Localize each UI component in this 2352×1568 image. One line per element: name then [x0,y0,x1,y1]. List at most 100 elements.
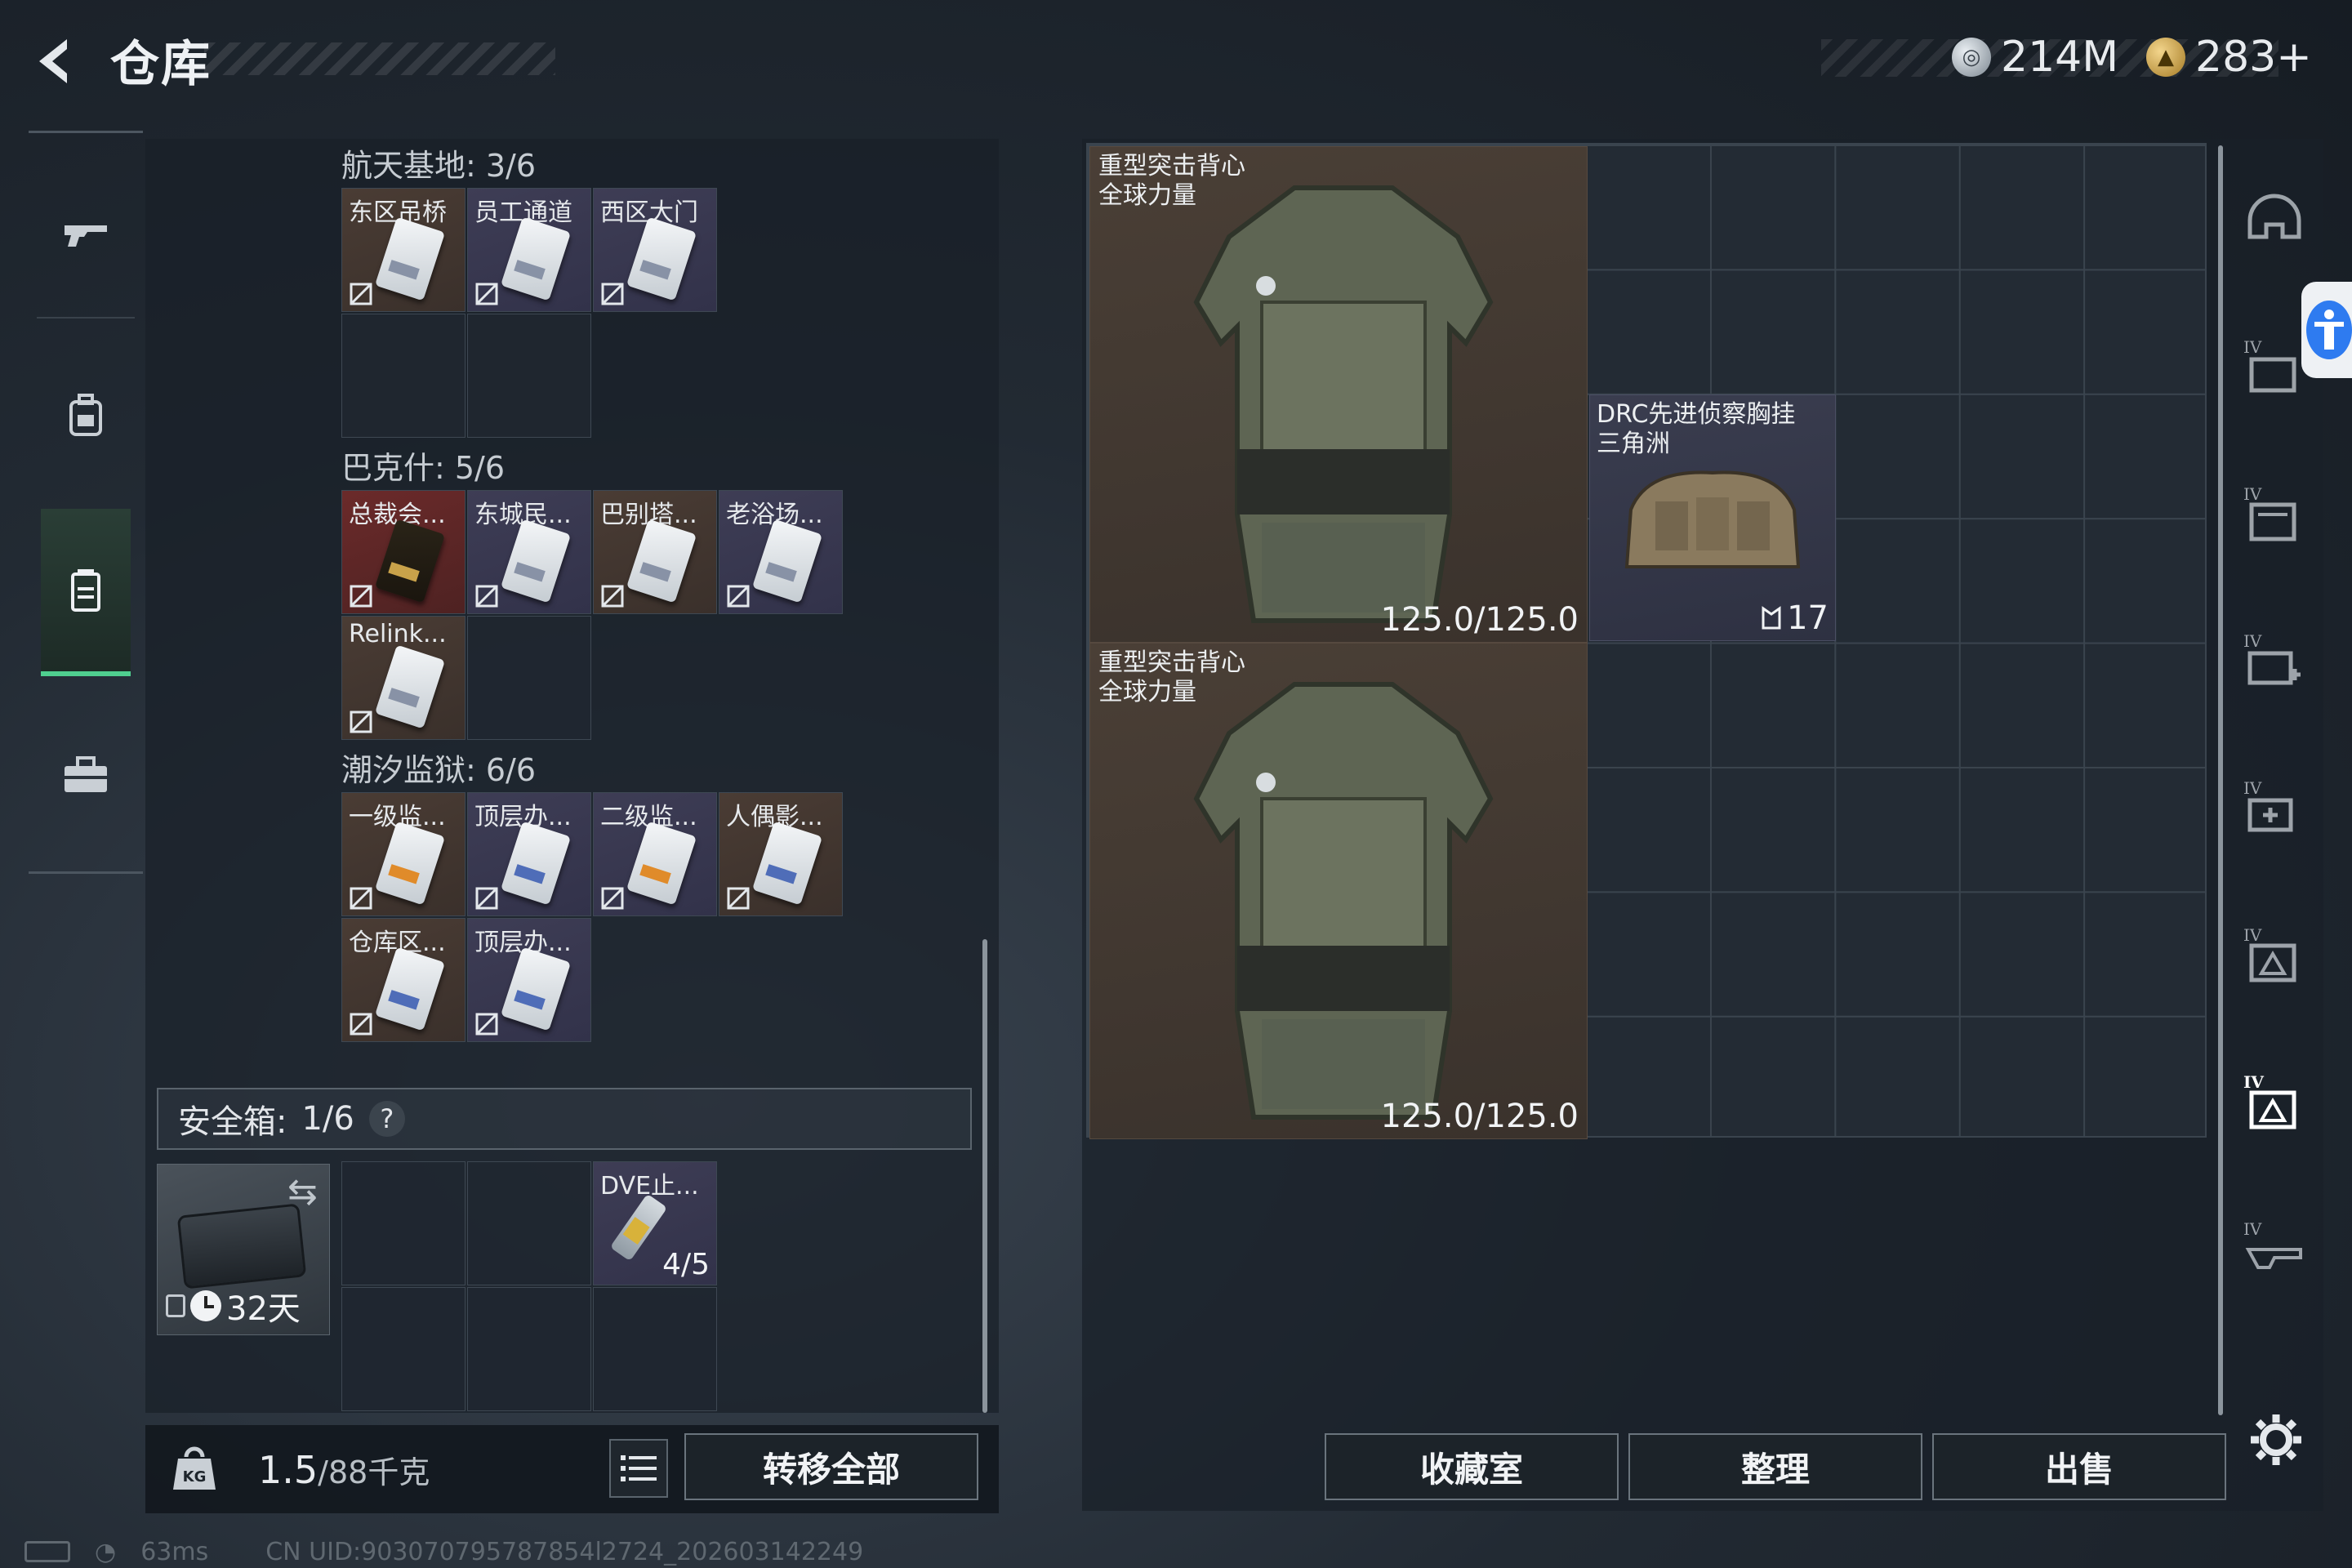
keycard-item[interactable]: 巴别塔... [593,490,717,614]
list-view-button[interactable] [609,1439,668,1498]
keycard-grid-spaceport: 东区吊桥 员工通道 西区大门 [341,188,843,438]
armor-vest-image [1193,682,1494,1120]
organize-button[interactable]: 整理 [1628,1433,1922,1500]
page-title: 仓库 [110,36,212,93]
safebox-case[interactable]: ⇆ 32天 [157,1164,330,1335]
svg-text:IV: IV [2243,337,2262,357]
keycard-item[interactable]: 人偶影... [719,792,843,916]
keycard-item[interactable]: 二级监... [593,792,717,916]
svg-text:IV: IV [2243,925,2262,945]
nav-toolbox[interactable] [41,729,131,819]
accessibility-icon [2306,301,2352,359]
bound-icon [474,886,499,911]
helmet-icon [2247,194,2301,239]
stash-item-vest[interactable]: 重型突击背心 全球力量 125.0/125.0 [1089,643,1588,1139]
filter-medkit-tier-2[interactable]: IV [2238,772,2311,845]
nav-weapons[interactable] [41,190,131,280]
filter-key-tier-active[interactable]: IV [2238,1066,2311,1139]
injector-image [609,1193,668,1262]
safebox-slot[interactable] [593,1287,717,1411]
currency-gold[interactable]: ▲ 283+ [2146,31,2312,83]
empty-slot[interactable] [467,314,591,438]
keycard-image [751,821,823,906]
toolbox-icon [65,756,107,792]
safebox-slot[interactable] [467,1161,591,1285]
nav-backpack[interactable] [41,370,131,460]
safebox-item-dve[interactable]: DVE止... 4/5 [593,1161,717,1285]
filter-key-tier[interactable]: IV [2238,919,2311,992]
gun-icon [65,225,107,247]
collection-button[interactable]: 收藏室 [1325,1433,1619,1500]
list-icon [621,1455,657,1481]
key-tier-icon: IV [2243,925,2296,982]
vest-name: 重型突击背心 全球力量 [1098,648,1245,706]
back-arrow-icon[interactable] [24,33,82,90]
transfer-all-button[interactable]: 转移全部 [684,1433,978,1500]
ping-value: 63ms [140,1537,209,1566]
keycard-item[interactable]: 仓库区... [341,918,466,1042]
filter-armor-tier[interactable]: IV [2238,331,2311,404]
bound-icon [726,886,751,911]
bound-icon [474,282,499,306]
currency-silver[interactable]: ◎ 214M [1952,31,2118,83]
section-label-tidal-prison: 潮汐监狱: 6/6 [341,752,537,788]
safebox-slot[interactable] [341,1161,466,1285]
user-uid: CN UID:903070795787854l2724_202603142249 [265,1537,864,1566]
keycard-name: Relink... [349,620,447,648]
bound-icon [349,710,373,734]
keycard-item[interactable]: 员工通道 [467,188,591,312]
filter-helmet[interactable] [2238,184,2311,257]
swap-icon[interactable]: ⇆ [287,1171,318,1213]
empty-slot[interactable] [341,314,466,438]
safebox-label: 安全箱: [178,1103,287,1141]
stash-scrollbar[interactable] [2218,145,2223,1415]
keycard-grid-tidal-prison: 一级监... 顶层办... 二级监... 人偶影... 仓库区... 顶层办... [341,792,843,1042]
stash-grid: 重型突击背心 全球力量 125.0/125.0 重型突击背心 全球力量 125.0/… [1086,143,2207,1139]
filter-rig-tier[interactable]: IV [2238,478,2311,551]
filter-weapon-tier[interactable]: IV [2238,1213,2311,1286]
help-icon[interactable]: ? [368,1101,405,1137]
vest-durability: 125.0/125.0 [1380,601,1579,639]
keycard-item[interactable]: 老浴场... [719,490,843,614]
safebox-slot[interactable] [341,1287,466,1411]
stash-item-vest[interactable]: 重型突击背心 全球力量 125.0/125.0 [1089,146,1588,643]
keycard-item[interactable]: 一级监... [341,792,466,916]
keycard-image [500,216,572,301]
gold-amount: 283+ [2195,33,2312,82]
clock-icon [190,1290,221,1321]
storage-scrollbar[interactable] [982,939,987,1413]
sell-button[interactable]: 出售 [1932,1433,2226,1500]
medkit-tier-icon-2: IV [2243,778,2293,832]
safebox-days: 32天 [226,1290,301,1328]
keycard-image [626,519,697,604]
gear-icon[interactable] [2247,1411,2305,1468]
battery-icon [24,1541,70,1562]
stash-item-chest-rig[interactable]: DRC先进侦察胸挂 三角洲 17 [1589,394,1836,641]
bound-icon [600,584,625,608]
keycard-image [500,947,572,1031]
filter-medkit-tier[interactable]: IV [2238,625,2311,698]
svg-text:KG: KG [183,1468,207,1486]
keycard-item[interactable]: Relink... [341,616,466,740]
keycard-item[interactable]: 顶层办... [467,792,591,916]
rig-capacity: 17 [1761,599,1829,637]
keycard-item[interactable]: 西区大门 [593,188,717,312]
keycard-image [500,519,572,604]
keycard-image [626,216,697,301]
safebox-slot[interactable] [467,1287,591,1411]
case-image [176,1203,307,1290]
keycard-item[interactable]: 东城民... [467,490,591,614]
keycard-item[interactable]: 东区吊桥 [341,188,466,312]
empty-slot[interactable] [467,616,591,740]
bound-icon [349,886,373,911]
nav-storage[interactable] [41,509,131,676]
gold-coin-icon: ▲ [2146,38,2185,77]
rig-slot-icon [1762,606,1781,630]
keycard-item[interactable]: 总裁会... [341,490,466,614]
keycard-item[interactable]: 顶层办... [467,918,591,1042]
accessibility-button[interactable] [2301,282,2352,378]
svg-text:IV: IV [2243,484,2262,504]
vest-durability: 125.0/125.0 [1380,1098,1579,1135]
svg-text:IV: IV [2243,1219,2262,1239]
lock-icon [166,1294,185,1317]
